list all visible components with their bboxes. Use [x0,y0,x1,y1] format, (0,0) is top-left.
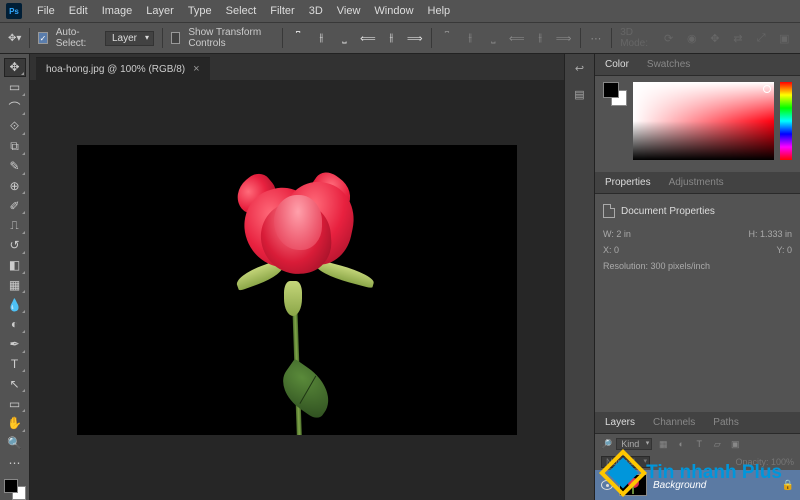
panel-color-swatches[interactable] [603,82,627,106]
auto-select-checkbox[interactable]: ✓ [38,32,48,44]
canvas[interactable] [77,145,517,435]
tab-color[interactable]: Color [603,55,631,74]
align-vmid-icon[interactable]: ⫲ [314,28,329,48]
3d-roll-icon: ◉ [684,28,699,48]
app-logo: Ps [6,3,22,19]
filter-adjust-icon[interactable]: ◐ [674,437,688,451]
menu-view[interactable]: View [330,5,368,17]
type-tool[interactable]: T [4,355,26,374]
tab-adjustments[interactable]: Adjustments [667,173,726,192]
align-hmid-icon[interactable]: ⫲ [384,28,399,48]
hue-slider[interactable] [780,82,792,160]
move-tool-icon[interactable]: ✥▾ [8,33,21,44]
dist-bottom-icon[interactable]: ⎵ [486,28,501,48]
document-area: hoa-hong.jpg @ 100% (RGB/8) × [30,54,564,500]
menu-select[interactable]: Select [219,5,264,17]
tab-layers[interactable]: Layers [603,413,637,432]
history-brush-tool[interactable]: ↺ [4,236,26,255]
tab-swatches[interactable]: Swatches [645,55,692,74]
eyedropper-tool[interactable]: ✎ [4,157,26,176]
eraser-tool[interactable]: ◧ [4,256,26,275]
3d-camera-icon: ▣ [777,28,792,48]
dist-hmid-icon[interactable]: ⫲ [533,28,548,48]
quick-select-tool[interactable]: ⟐ [4,117,26,136]
dist-right-icon[interactable]: ⟹ [556,28,572,48]
brush-tool[interactable]: ✐ [4,196,26,215]
dist-left-icon[interactable]: ⟸ [509,28,525,48]
show-transform-checkbox[interactable] [171,32,181,44]
close-tab-icon[interactable]: × [193,63,199,75]
layer-name: Background [653,480,706,491]
dist-spacing-icon[interactable]: ⋯ [588,28,603,48]
color-swatches[interactable] [4,479,26,500]
dist-vmid-icon[interactable]: ⫲ [463,28,478,48]
lock-icon[interactable]: 🔒 [782,480,794,491]
gradient-tool[interactable]: ▦ [4,276,26,295]
shape-tool[interactable]: ▭ [4,394,26,413]
marquee-tool[interactable]: ▭ [4,78,26,97]
zoom-tool[interactable]: 🔍 [4,434,26,453]
tools-panel: ✥ ▭ ⌒ ⟐ ⧉ ✎ ⊕ ✐ ⎍ ↺ ◧ ▦ 💧 ◐ ✒ T ↖ ▭ ✋ 🔍 … [0,54,30,500]
layer-thumbnail[interactable] [619,474,647,496]
tab-channels[interactable]: Channels [651,413,697,432]
doc-resolution: Resolution: 300 pixels/inch [603,261,710,271]
blur-tool[interactable]: 💧 [4,295,26,314]
dist-top-icon[interactable]: ⎴ [439,28,454,48]
menu-edit[interactable]: Edit [62,5,95,17]
lasso-tool[interactable]: ⌒ [4,98,26,117]
align-right-icon[interactable]: ⟹ [407,28,423,48]
filter-smart-icon[interactable]: ▣ [728,437,742,451]
layer-filter-kind[interactable]: Kind [616,438,652,450]
3d-scale-icon: ⤢ [754,28,769,48]
3d-orbit-icon: ⟳ [661,28,676,48]
document-tab-label: hoa-hong.jpg @ 100% (RGB/8) [46,64,185,75]
color-field[interactable] [633,82,774,160]
menu-layer[interactable]: Layer [139,5,181,17]
collapsed-dock: ↩ ▤ [564,54,594,500]
right-panels: Color Swatches Properties Adjustments Do… [594,54,800,500]
menu-bar: Ps File Edit Image Layer Type Select Fil… [0,0,800,22]
menu-type[interactable]: Type [181,5,219,17]
filter-shape-icon[interactable]: ▱ [710,437,724,451]
pen-tool[interactable]: ✒ [4,335,26,354]
auto-select-label: Auto-Select: [56,27,97,49]
3d-slide-icon: ⇄ [730,28,745,48]
layer-row-background[interactable]: Background 🔒 [595,470,800,500]
search-icon[interactable]: 🔎 [601,439,612,450]
stamp-tool[interactable]: ⎍ [4,216,26,235]
blend-mode-dropdown[interactable]: Normal [601,456,650,468]
menu-image[interactable]: Image [95,5,140,17]
hand-tool[interactable]: ✋ [4,414,26,433]
libraries-panel-icon[interactable]: ▤ [571,86,589,102]
document-icon [603,204,615,218]
tab-properties[interactable]: Properties [603,173,653,192]
align-top-icon[interactable]: ⎴ [291,28,306,48]
menu-filter[interactable]: Filter [263,5,301,17]
healing-tool[interactable]: ⊕ [4,177,26,196]
visibility-icon[interactable] [601,480,613,490]
mode-3d-label: 3D Mode: [620,27,653,49]
3d-pan-icon: ✥ [707,28,722,48]
menu-3d[interactable]: 3D [302,5,330,17]
menu-help[interactable]: Help [421,5,458,17]
show-transform-label: Show Transform Controls [188,27,273,49]
path-select-tool[interactable]: ↖ [4,374,26,393]
history-panel-icon[interactable]: ↩ [571,60,589,76]
document-tab[interactable]: hoa-hong.jpg @ 100% (RGB/8) × [36,57,210,80]
dodge-tool[interactable]: ◐ [4,315,26,334]
menu-file[interactable]: File [30,5,62,17]
tab-paths[interactable]: Paths [711,413,741,432]
edit-toolbar[interactable]: ⋯ [4,453,26,472]
auto-select-target-dropdown[interactable]: Layer [105,31,154,46]
document-tabs: hoa-hong.jpg @ 100% (RGB/8) × [30,54,564,80]
align-bottom-icon[interactable]: ⎵ [337,28,352,48]
filter-type-icon[interactable]: T [692,437,706,451]
move-tool[interactable]: ✥ [4,58,26,77]
filter-pixel-icon[interactable]: ▦ [656,437,670,451]
align-left-icon[interactable]: ⟸ [360,28,376,48]
crop-tool[interactable]: ⧉ [4,137,26,156]
options-bar: ✥▾ ✓ Auto-Select: Layer Show Transform C… [0,22,800,54]
menu-window[interactable]: Window [367,5,420,17]
doc-props-title: Document Properties [621,206,715,217]
